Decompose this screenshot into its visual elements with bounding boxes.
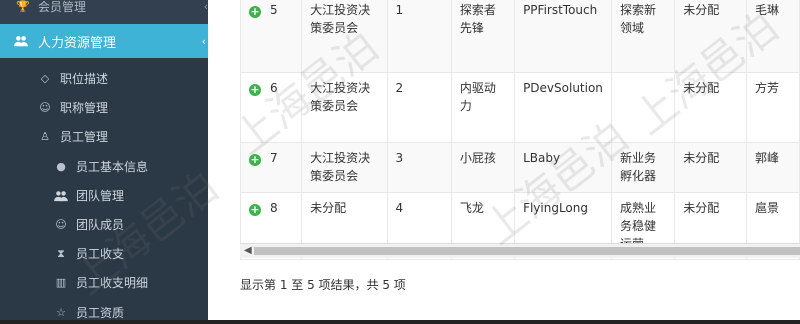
code-cell: LBaby bbox=[514, 142, 613, 193]
horizontal-scrollbar[interactable]: ◀ bbox=[240, 243, 800, 258]
trophy-icon: 🏆 bbox=[16, 0, 30, 13]
code-cell: PDevSolution bbox=[514, 72, 613, 143]
sidebar-item-label: 团队管理 bbox=[76, 189, 125, 203]
status-cell: 未分配 bbox=[674, 72, 748, 143]
table-row[interactable]: +5 大江投资决策委员会 1 探索者先锋 PPFirstTouch 探索新领域 … bbox=[240, 0, 800, 73]
star-icon: ☆ bbox=[56, 306, 66, 319]
row-id-cell: +6 bbox=[240, 72, 303, 143]
scroll-left-arrow-icon[interactable]: ◀ bbox=[244, 244, 252, 258]
extra-cell: 毛琳 bbox=[746, 0, 800, 73]
sidebar-item-label: 员工收支明细 bbox=[76, 276, 149, 290]
sidebar-item-member[interactable]: 🏆 会员管理 ‹ bbox=[0, 0, 208, 21]
sidebar-item-hr[interactable]: 人力资源管理 ‹ bbox=[0, 24, 208, 58]
sidebar-item-label: 员工基本信息 bbox=[76, 160, 149, 174]
committee-cell: 大江投资决策委员会 bbox=[301, 0, 388, 73]
table-row[interactable]: +7 大江投资决策委员会 3 小屁孩 LBaby 新业务孵化器 未分配 郭峰 bbox=[240, 142, 800, 193]
chevron-left-icon: ‹ bbox=[201, 34, 206, 48]
hourglass-icon: ⧗ bbox=[57, 246, 65, 260]
main-content: +5 大江投资决策委员会 1 探索者先锋 PPFirstTouch 探索新领域 … bbox=[208, 0, 800, 324]
user-icon: ● bbox=[56, 160, 66, 173]
sidebar-item-label: 员工收支 bbox=[76, 247, 125, 261]
sidebar-item-label: 团队成员 bbox=[76, 218, 125, 232]
sidebar-item-team[interactable]: 团队管理 bbox=[0, 181, 208, 210]
domain-cell: 探索新领域 bbox=[611, 0, 676, 73]
table-row[interactable]: +6 大江投资决策委员会 2 内驱动力 PDevSolution 未分配 方芳 bbox=[240, 72, 800, 143]
extra-cell: 方芳 bbox=[746, 72, 800, 143]
user-outline-icon: ☺ bbox=[55, 218, 67, 231]
status-cell: 未分配 bbox=[674, 142, 748, 193]
bottom-border bbox=[0, 320, 800, 324]
sidebar-item-employee[interactable]: ♙ 员工管理 ‹ bbox=[0, 122, 208, 151]
num-cell: 3 bbox=[386, 142, 452, 193]
sidebar-item-label: 会员管理 bbox=[38, 0, 87, 14]
extra-cell: 郭峰 bbox=[746, 142, 800, 193]
sidebar-item-employee-info[interactable]: ● 员工基本信息 bbox=[0, 152, 208, 181]
data-table: +5 大江投资决策委员会 1 探索者先锋 PPFirstTouch 探索新领域 … bbox=[240, 0, 800, 260]
num-cell: 2 bbox=[386, 72, 452, 143]
diamond-icon: ◇ bbox=[40, 72, 50, 85]
user-tie-icon: ♙ bbox=[40, 130, 50, 143]
sidebar-item-label: 职称管理 bbox=[60, 101, 109, 115]
domain-cell: 新业务孵化器 bbox=[611, 142, 676, 193]
expand-plus-icon[interactable]: + bbox=[249, 154, 261, 166]
sidebar-item-label: 人力资源管理 bbox=[38, 35, 117, 51]
map-icon: ▥ bbox=[55, 276, 67, 289]
sidebar-item-label: 员工管理 bbox=[60, 130, 109, 144]
committee-cell: 大江投资决策委员会 bbox=[301, 72, 388, 143]
users-icon bbox=[14, 34, 28, 48]
name-cell: 小屁孩 bbox=[450, 142, 516, 193]
sidebar-item-label: 职位描述 bbox=[60, 72, 109, 86]
expand-plus-icon[interactable]: + bbox=[249, 204, 261, 216]
name-cell: 探索者先锋 bbox=[450, 0, 516, 73]
sidebar-item-label: 员工资质 bbox=[76, 306, 125, 320]
sidebar-item-income[interactable]: ⧗ 员工收支 bbox=[0, 239, 208, 268]
name-cell: 内驱动力 bbox=[450, 72, 516, 143]
row-id-cell: +5 bbox=[240, 0, 303, 73]
data-table-wrapper: +5 大江投资决策委员会 1 探索者先锋 PPFirstTouch 探索新领域 … bbox=[240, 0, 800, 260]
sidebar-item-team-member[interactable]: ☺ 团队成员 bbox=[0, 210, 208, 239]
sidebar-item-income-detail[interactable]: ▥ 员工收支明细 bbox=[0, 268, 208, 297]
code-cell: PPFirstTouch bbox=[514, 0, 613, 73]
sidebar-item-position[interactable]: ◇ 职位描述 bbox=[0, 64, 208, 93]
num-cell: 1 bbox=[386, 0, 452, 73]
users-icon bbox=[54, 189, 68, 203]
expand-plus-icon[interactable]: + bbox=[249, 84, 261, 96]
sidebar-item-title[interactable]: ☺ 职称管理 bbox=[0, 93, 208, 122]
domain-cell bbox=[611, 72, 676, 143]
expand-plus-icon[interactable]: + bbox=[249, 6, 261, 18]
row-id-cell: +7 bbox=[240, 142, 303, 193]
status-cell: 未分配 bbox=[674, 0, 748, 73]
sidebar: 🏆 会员管理 ‹ 人力资源管理 ‹ ◇ 职位描述 ☺ 职称管理 ♙ 员工管理 ‹… bbox=[0, 0, 208, 324]
pagination-summary: 显示第 1 至 5 项结果，共 5 项 bbox=[240, 278, 406, 292]
committee-cell: 大江投资决策委员会 bbox=[301, 142, 388, 193]
user-outline-icon: ☺ bbox=[39, 101, 51, 114]
scrollbar-thumb[interactable] bbox=[254, 247, 800, 255]
